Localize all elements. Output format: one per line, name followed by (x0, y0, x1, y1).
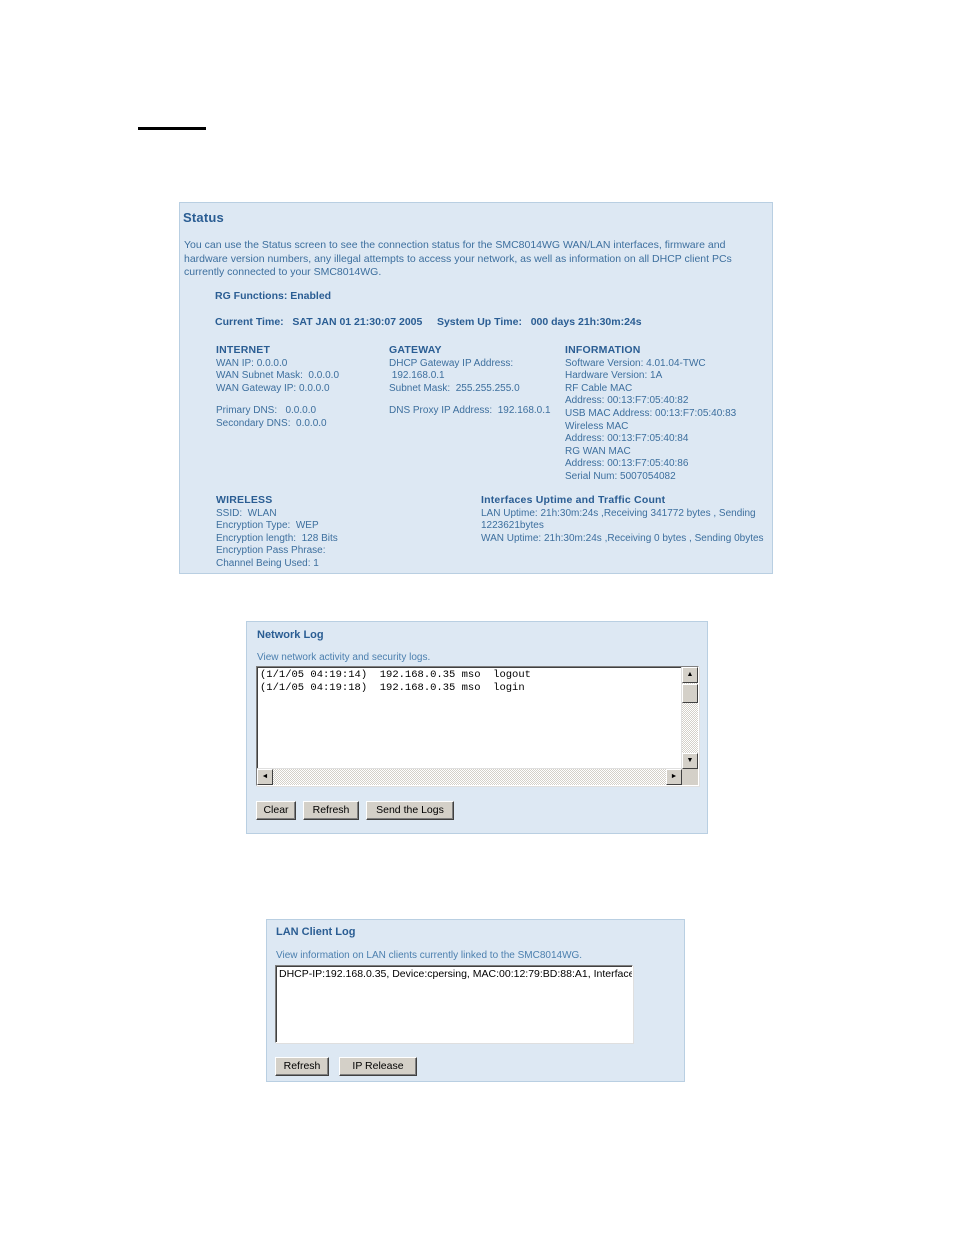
network-log-horizontal-scrollbar[interactable]: ◄ ► (257, 768, 682, 785)
dns-proxy-ip-address: DNS Proxy IP Address: 192.168.0.1 (389, 405, 551, 417)
lan-client-log-entries: DHCP-IP:192.168.0.35, Device:cpersing, M… (279, 968, 633, 980)
internet-column-header: INTERNET (216, 344, 271, 356)
secondary-dns: Secondary DNS: 0.0.0.0 (216, 417, 327, 429)
hardware-version: Hardware Version: 1A (565, 370, 663, 382)
ip-release-button[interactable]: IP Release (339, 1057, 417, 1076)
wan-ip: WAN IP: 0.0.0.0 (216, 357, 288, 369)
rf-cable-mac-address: Address: 00:13:F7:05:40:82 (565, 395, 689, 407)
gateway-spacer (389, 395, 574, 405)
network-log-textarea[interactable]: (1/1/05 04:19:14) 192.168.0.35 mso logou… (256, 666, 699, 786)
scroll-down-icon[interactable]: ▼ (682, 753, 698, 769)
dhcp-gateway-ip-label: DHCP Gateway IP Address: (389, 357, 514, 369)
gateway-subnet-mask: Subnet Mask: 255.255.255.0 (389, 382, 520, 394)
wan-subnet-mask: WAN Subnet Mask: 0.0.0.0 (216, 370, 340, 382)
encryption-pass-phrase: Encryption Pass Phrase: (216, 545, 326, 557)
network-log-vertical-scrollbar[interactable]: ▲ ▼ (681, 667, 698, 785)
interfaces-column: Interfaces Uptime and Traffic Count LAN … (481, 494, 771, 545)
lan-client-log-subtitle: View information on LAN clients currentl… (276, 950, 583, 961)
rf-cable-mac-label: RF Cable MAC (565, 382, 633, 394)
lan-client-log-textarea[interactable]: DHCP-IP:192.168.0.35, Device:cpersing, M… (275, 965, 633, 1043)
encryption-type: Encryption Type: WEP (216, 520, 319, 532)
serial-number: Serial Num: 5007054082 (565, 470, 676, 482)
internet-spacer (216, 395, 391, 405)
scroll-up-icon[interactable]: ▲ (682, 667, 698, 683)
wireless-column-header: WIRELESS (216, 494, 273, 506)
wireless-column: WIRELESS SSID: WLAN Encryption Type: WEP… (216, 494, 466, 571)
primary-dns: Primary DNS: 0.0.0.0 (216, 405, 317, 417)
scrollbar-corner (682, 769, 698, 785)
encryption-length: Encryption length: 128 Bits (216, 532, 338, 544)
channel-being-used: Channel Being Used: 1 (216, 557, 319, 569)
network-log-entries: (1/1/05 04:19:14) 192.168.0.35 mso logou… (260, 669, 531, 694)
current-time-and-uptime: Current Time: SAT JAN 01 21:30:07 2005 S… (215, 316, 642, 328)
scroll-left-icon[interactable]: ◄ (257, 769, 273, 785)
rg-wan-mac-address: Address: 00:13:F7:05:40:86 (565, 458, 689, 470)
scroll-right-icon[interactable]: ► (666, 769, 682, 785)
rg-functions-status: RG Functions: Enabled (215, 290, 332, 302)
gateway-column-header: GATEWAY (389, 344, 442, 356)
interfaces-column-header: Interfaces Uptime and Traffic Count (481, 494, 666, 506)
wireless-ssid: SSID: WLAN (216, 507, 277, 519)
internet-column: INTERNET WAN IP: 0.0.0.0 WAN Subnet Mask… (216, 344, 391, 431)
wireless-mac-label: Wireless MAC (565, 420, 629, 432)
usb-mac-address: USB MAC Address: 00:13:F7:05:40:83 (565, 407, 737, 419)
refresh-log-button[interactable]: Refresh (303, 801, 359, 820)
clear-log-button[interactable]: Clear (256, 801, 296, 820)
rg-wan-mac-label: RG WAN MAC (565, 445, 631, 457)
wireless-mac-address: Address: 00:13:F7:05:40:84 (565, 433, 689, 445)
wan-gateway-ip: WAN Gateway IP: 0.0.0.0 (216, 382, 330, 394)
header-rule (138, 127, 206, 130)
gateway-column: GATEWAY DHCP Gateway IP Address: 192.168… (389, 344, 574, 418)
lan-refresh-button[interactable]: Refresh (275, 1057, 329, 1076)
information-column: INFORMATION Software Version: 4.01.04-TW… (565, 344, 775, 484)
information-column-header: INFORMATION (565, 344, 641, 356)
dhcp-gateway-ip-value: 192.168.0.1 (389, 370, 445, 382)
network-log-title: Network Log (257, 629, 324, 641)
lan-uptime-traffic: LAN Uptime: 21h:30m:24s ,Receiving 34177… (481, 507, 756, 532)
vertical-scroll-thumb[interactable] (682, 684, 698, 703)
send-the-logs-button[interactable]: Send the Logs (366, 801, 454, 820)
wan-uptime-traffic: WAN Uptime: 21h:30m:24s ,Receiving 0 byt… (481, 532, 764, 544)
network-log-subtitle: View network activity and security logs. (257, 652, 431, 663)
lan-client-log-title: LAN Client Log (276, 926, 356, 938)
status-panel-title: Status (183, 210, 224, 225)
software-version: Software Version: 4.01.04-TWC (565, 357, 706, 369)
status-description: You can use the Status screen to see the… (184, 239, 732, 278)
